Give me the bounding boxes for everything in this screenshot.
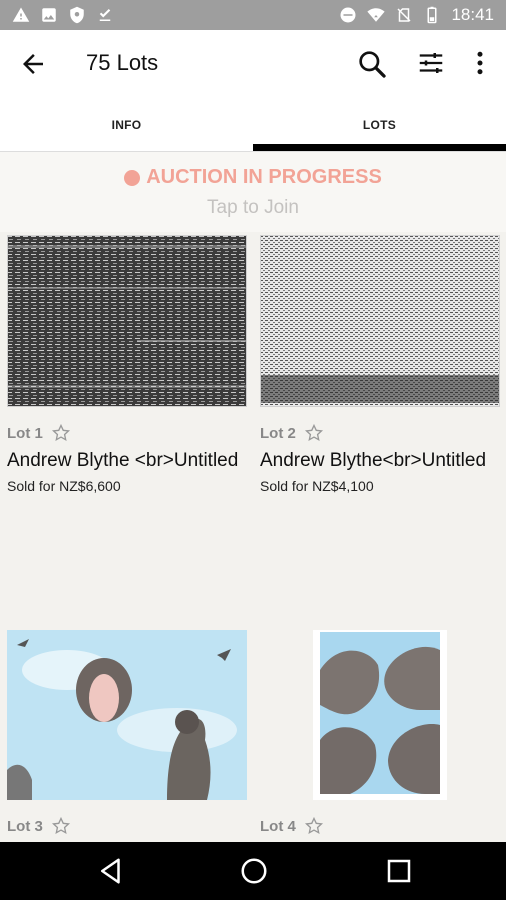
tab-bar: INFO LOTS — [0, 96, 506, 152]
lot-number: Lot 4 — [260, 817, 296, 835]
nav-back-icon[interactable] — [96, 856, 126, 886]
download-done-icon — [99, 9, 111, 21]
auction-status: AUCTION IN PROGRESS — [0, 166, 506, 189]
status-bar: 18:41 — [0, 0, 506, 30]
live-dot-icon — [124, 169, 141, 186]
back-arrow-icon[interactable] — [18, 49, 48, 79]
image-icon — [42, 8, 56, 22]
join-prompt: Tap to Join — [207, 197, 299, 218]
app-bar: 75 Lots — [0, 30, 506, 96]
alert-icon — [12, 7, 30, 22]
battery-icon — [427, 6, 437, 24]
lot-image-4[interactable] — [260, 630, 500, 800]
more-vert-icon[interactable] — [470, 48, 490, 78]
lot-artist: Andrew Blythe<br>Untitled — [260, 450, 487, 471]
lot-sold-price: Sold for NZ$4,100 — [260, 478, 374, 494]
no-sim-icon — [397, 8, 411, 22]
lot-image-3[interactable] — [7, 630, 247, 800]
lot-artist: Andrew Blythe <br>Untitled — [7, 450, 239, 471]
lot-number: Lot 1 — [7, 424, 43, 442]
lot-number: Lot 3 — [7, 817, 43, 835]
tab-info[interactable]: INFO — [0, 96, 253, 152]
star-outline-icon[interactable] — [304, 423, 324, 443]
lot-card-1[interactable]: Lot 1 Andrew Blythe <br>Untitled Sold fo… — [7, 235, 247, 494]
star-outline-icon[interactable] — [51, 423, 71, 443]
wifi-icon — [367, 8, 386, 22]
system-nav-bar — [0, 842, 506, 900]
star-outline-icon[interactable] — [304, 816, 324, 836]
star-outline-icon[interactable] — [51, 816, 71, 836]
lot-image-2[interactable] — [260, 235, 500, 407]
nav-recents-icon[interactable] — [384, 856, 414, 886]
lot-image-1[interactable] — [7, 235, 247, 407]
page-title: 75 Lots — [86, 50, 159, 75]
auction-banner[interactable]: AUCTION IN PROGRESS Tap to Join — [0, 152, 506, 232]
dnd-icon — [340, 7, 356, 23]
lot-card-4[interactable]: Lot 4 — [260, 630, 500, 836]
lot-card-2[interactable]: Lot 2 Andrew Blythe<br>Untitled Sold for… — [260, 235, 500, 494]
clock: 18:41 — [451, 5, 494, 24]
nav-home-icon[interactable] — [239, 856, 269, 886]
shield-icon — [70, 6, 84, 24]
lot-number: Lot 2 — [260, 424, 296, 442]
lot-card-3[interactable]: Lot 3 — [7, 630, 247, 836]
lot-sold-price: Sold for NZ$6,600 — [7, 478, 121, 494]
filter-sliders-icon[interactable] — [416, 48, 446, 78]
tab-indicator — [253, 144, 506, 151]
auction-status-label: AUCTION IN PROGRESS — [146, 166, 382, 188]
search-icon[interactable] — [356, 48, 388, 80]
